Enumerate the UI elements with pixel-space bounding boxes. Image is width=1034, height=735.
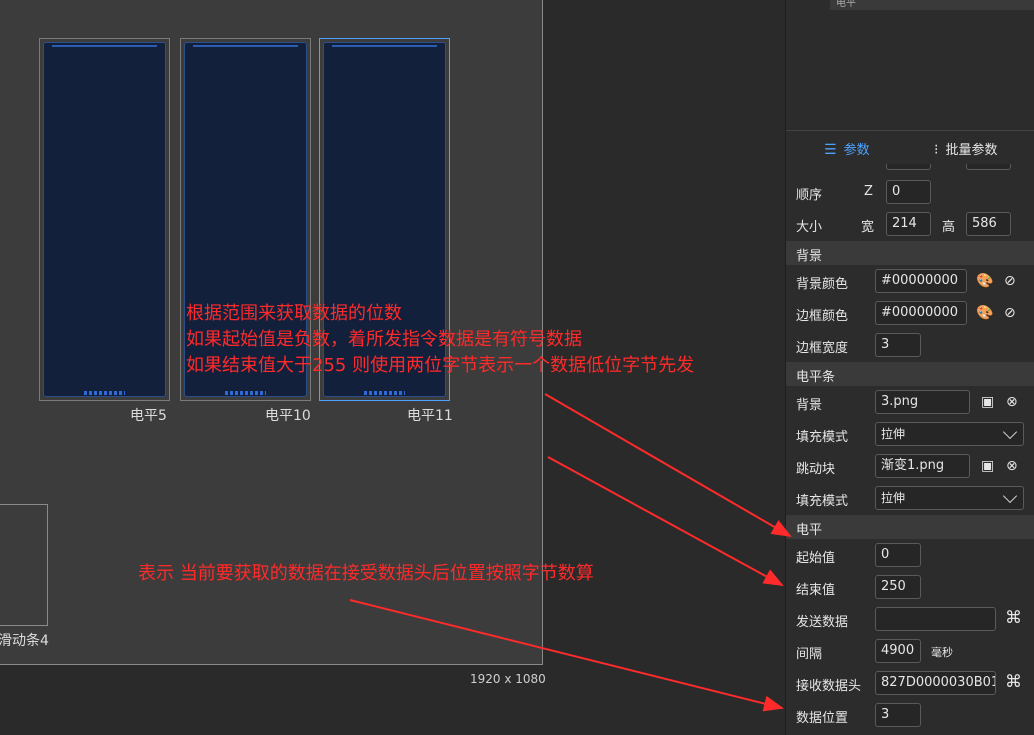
border-width-row: 边框宽度 3 [786, 329, 1034, 361]
size-label: 大小 [796, 220, 823, 235]
scroll-bar-label: 滑动条4 [0, 633, 49, 649]
cut-off-field[interactable] [966, 164, 1011, 170]
section-level: 电平 [786, 515, 1034, 539]
section-background: 背景 [786, 241, 1034, 265]
batch-icon: ⁝ [934, 142, 939, 158]
palette-icon[interactable]: 🎨 [976, 305, 993, 321]
tab-batch-params-label: 批量参数 [945, 143, 998, 158]
palette-icon[interactable]: 🎨 [976, 273, 993, 289]
start-value-row: 起始值 0 [786, 539, 1034, 571]
send-data-input[interactable] [875, 607, 996, 631]
size-row: 大小 宽 214 高 586 [786, 208, 1034, 240]
send-data-row: 发送数据 ⌘ [786, 603, 1034, 635]
jump-block-row: 跳动块 渐变1.png ▣ ⊗ [786, 450, 1034, 482]
border-color-row: 边框颜色 #00000000 🎨 ⊘ [786, 297, 1034, 329]
annotation-note-position: 表示 当前要获取的数据在接受数据头后位置按照字节数算 [138, 563, 594, 584]
clear-icon[interactable]: ⊗ [1006, 394, 1018, 410]
image-icon[interactable]: ▣ [981, 458, 994, 474]
annotation-note-range: 根据范围来获取数据的位数 如果起始值是负数，着所发指令数据是有符号数据 如果结束… [186, 301, 694, 379]
clear-color-icon[interactable]: ⊘ [1004, 273, 1016, 289]
cut-off-field[interactable] [886, 164, 931, 170]
send-data-label: 发送数据 [796, 615, 849, 630]
canvas-resolution: 1920 x 1080 [470, 672, 546, 686]
annotation-line: 如果起始值是负数，着所发指令数据是有符号数据 [186, 329, 582, 350]
level-meter-5[interactable] [39, 38, 170, 401]
border-width-label: 边框宽度 [796, 341, 849, 356]
height-label: 高 [942, 220, 956, 235]
bar-bg-input[interactable]: 3.png [875, 390, 970, 414]
fill-mode-select[interactable]: 拉伸 [875, 486, 1024, 510]
bar-bg-row: 背景 3.png ▣ ⊗ [786, 386, 1034, 418]
scroll-bar-widget[interactable] [0, 504, 48, 626]
z-order-input[interactable]: 0 [886, 180, 931, 204]
tree-item-label: 电平 [836, 0, 856, 9]
order-row: 顺序 Z 0 [786, 176, 1034, 208]
interval-input[interactable]: 4900 [875, 639, 921, 663]
tab-batch-params[interactable]: ⁝ 批量参数 [934, 139, 997, 158]
clear-color-icon[interactable]: ⊘ [1004, 305, 1016, 321]
level-meter-11-label: 电平11 [407, 408, 453, 424]
section-level-title: 电平 [796, 523, 823, 538]
end-value-row: 结束值 250 [786, 571, 1034, 603]
border-color-input[interactable]: #00000000 [875, 301, 967, 325]
command-icon[interactable]: ⌘ [1005, 672, 1022, 692]
tab-params[interactable]: ☰ 参数 [824, 139, 870, 158]
chevron-down-icon [1002, 488, 1018, 504]
bg-color-label: 背景颜色 [796, 277, 849, 292]
border-width-input[interactable]: 3 [875, 333, 921, 357]
section-level-bar-title: 电平条 [796, 370, 836, 385]
tree-item[interactable]: 电平 [830, 0, 1034, 10]
list-icon: ☰ [824, 142, 837, 158]
border-color-label: 边框颜色 [796, 309, 849, 324]
property-tabs: ☰ 参数 ⁝ 批量参数 [786, 130, 1034, 165]
data-position-input[interactable]: 3 [875, 703, 921, 727]
end-value-label: 结束值 [796, 583, 836, 598]
fill-mode-value: 拉伸 [881, 491, 906, 505]
level-meter-5-label: 电平5 [130, 408, 167, 424]
annotation-line: 根据范围来获取数据的位数 [186, 303, 402, 324]
bg-color-input[interactable]: #00000000 [875, 269, 967, 293]
order-label: 顺序 [796, 188, 823, 203]
fill-mode-value: 拉伸 [881, 427, 906, 441]
width-input[interactable]: 214 [886, 212, 931, 236]
section-level-bar: 电平条 [786, 362, 1034, 386]
interval-label: 间隔 [796, 647, 823, 662]
width-label: 宽 [861, 220, 875, 235]
annotation-line: 如果结束值大于255 则使用两位字节表示一个数据低位字节先发 [186, 355, 695, 376]
recv-header-row: 接收数据头 827D0000030B01( ⌘ [786, 667, 1034, 699]
z-label: Z [864, 184, 873, 199]
jump-block-label: 跳动块 [796, 462, 836, 477]
image-icon[interactable]: ▣ [981, 394, 994, 410]
data-position-row: 数据位置 3 [786, 699, 1034, 731]
fill-mode-label: 填充模式 [796, 430, 849, 445]
fill-mode-select[interactable]: 拉伸 [875, 422, 1024, 446]
level-meter-10-label: 电平10 [265, 408, 311, 424]
jump-block-input[interactable]: 渐变1.png [875, 454, 970, 478]
tab-params-label: 参数 [843, 143, 870, 158]
height-input[interactable]: 586 [966, 212, 1011, 236]
section-background-title: 背景 [796, 249, 823, 264]
fill-mode-label: 填充模式 [796, 494, 849, 509]
recv-header-input[interactable]: 827D0000030B01( [875, 671, 996, 695]
interval-row: 间隔 4900 毫秒 [786, 635, 1034, 667]
bg-color-row: 背景颜色 #00000000 🎨 ⊘ [786, 265, 1034, 297]
start-value-label: 起始值 [796, 551, 836, 566]
interval-unit: 毫秒 [931, 646, 953, 659]
chevron-down-icon [1002, 424, 1018, 440]
properties-panel: 电平 ☰ 参数 ⁝ 批量参数 顺序 Z 0 大小 宽 214 高 586 背景 背景… [785, 0, 1034, 735]
fill-mode-row: 填充模式 拉伸 [786, 482, 1034, 514]
command-icon[interactable]: ⌘ [1005, 608, 1022, 628]
end-value-input[interactable]: 250 [875, 575, 921, 599]
recv-header-label: 接收数据头 [796, 679, 862, 694]
data-position-label: 数据位置 [796, 711, 849, 726]
start-value-input[interactable]: 0 [875, 543, 921, 567]
fill-mode-row: 填充模式 拉伸 [786, 418, 1034, 450]
bar-bg-label: 背景 [796, 398, 823, 413]
clear-icon[interactable]: ⊗ [1006, 458, 1018, 474]
